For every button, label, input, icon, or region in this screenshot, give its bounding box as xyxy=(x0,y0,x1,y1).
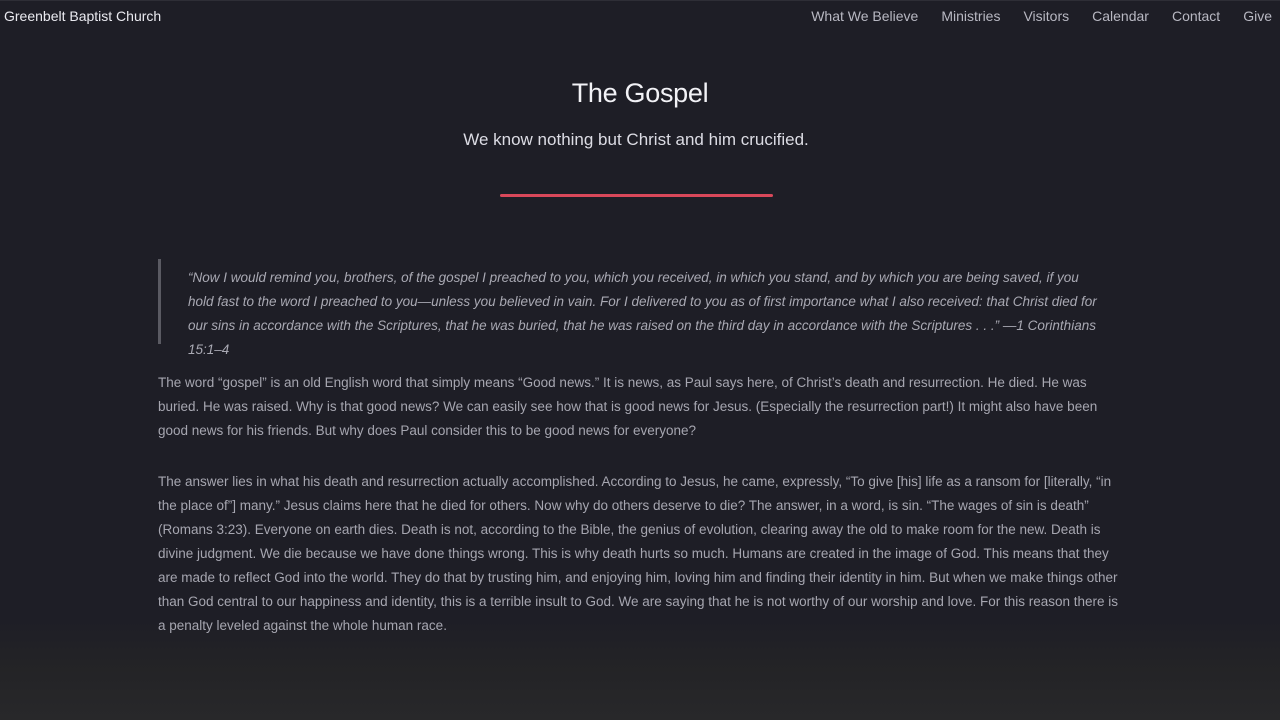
nav-link-visitors[interactable]: Visitors xyxy=(1023,8,1069,24)
scripture-blockquote: “Now I would remind you, brothers, of th… xyxy=(158,259,1108,357)
page-subtitle: We know nothing but Christ and him cruci… xyxy=(463,130,809,149)
nav-link-calendar[interactable]: Calendar xyxy=(1092,8,1149,24)
scripture-quote-text: “Now I would remind you, brothers, of th… xyxy=(188,270,1097,357)
site-brand-link[interactable]: Greenbelt Baptist Church xyxy=(4,8,161,24)
accent-divider xyxy=(500,194,773,197)
nav-link-what-we-believe[interactable]: What We Believe xyxy=(811,8,918,24)
nav-link-contact[interactable]: Contact xyxy=(1172,8,1220,24)
body-paragraph-2: The answer lies in what his death and re… xyxy=(158,474,1119,633)
page-title: The Gospel xyxy=(571,78,709,108)
page: Greenbelt Baptist Church What We Believe… xyxy=(0,0,1280,720)
main-nav: What We Believe Ministries Visitors Cale… xyxy=(788,8,1272,24)
body-paragraph-1: The word “gospel” is an old English word… xyxy=(158,375,1098,438)
top-navigation-bar: Greenbelt Baptist Church What We Believe… xyxy=(0,0,1280,35)
nav-link-give[interactable]: Give xyxy=(1243,8,1272,24)
nav-link-ministries[interactable]: Ministries xyxy=(941,8,1000,24)
